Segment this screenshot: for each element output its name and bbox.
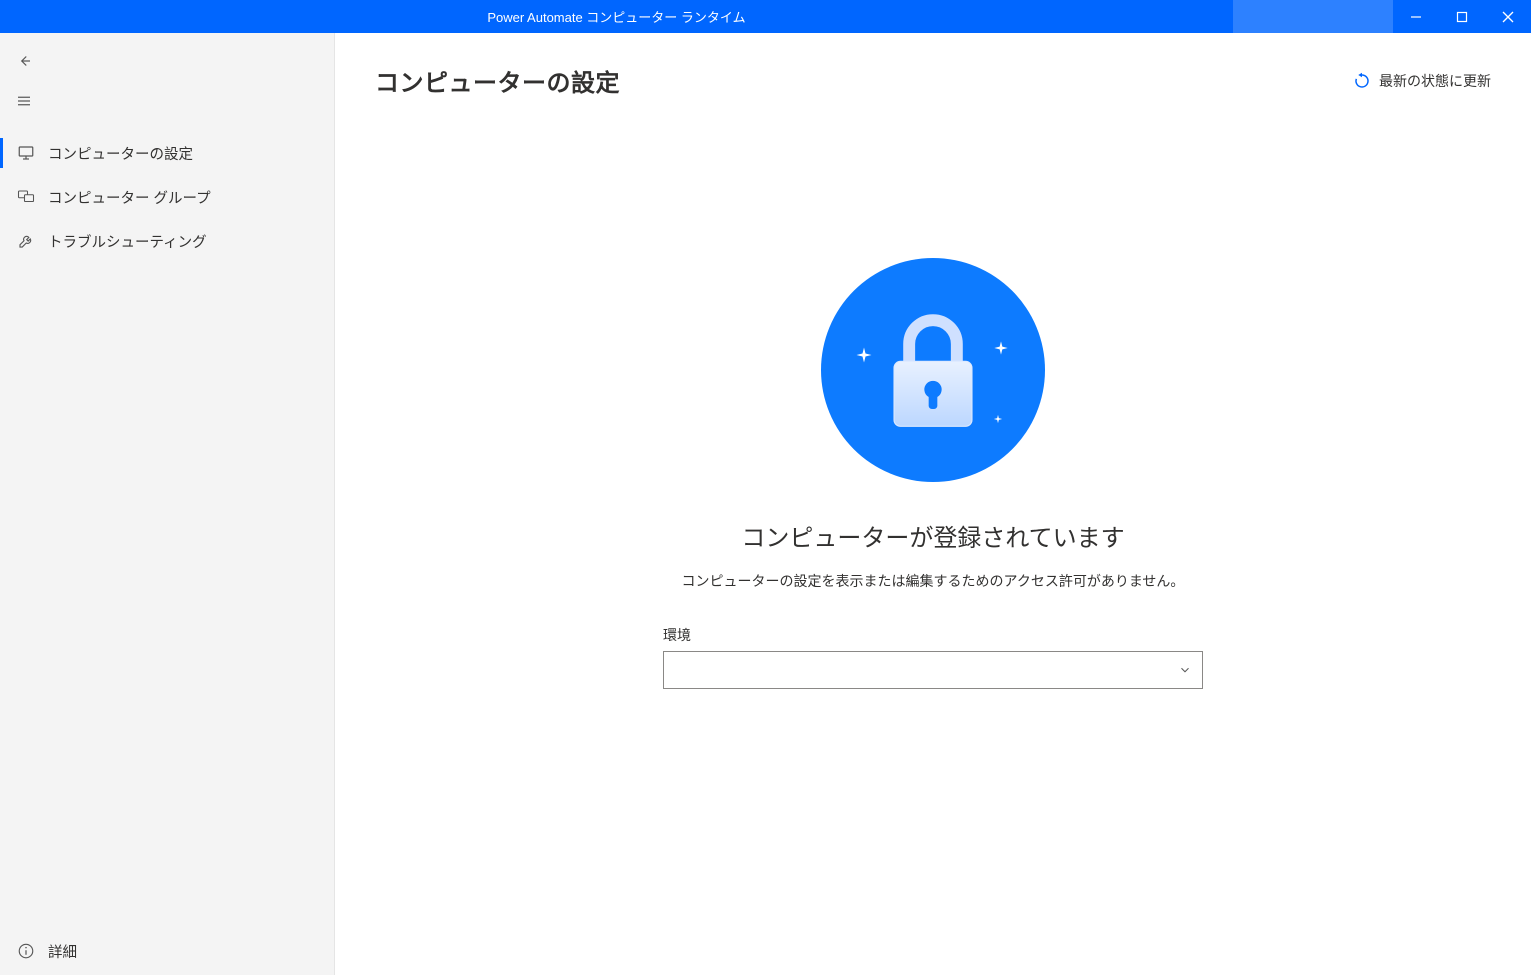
page-title: コンピューターの設定 [375, 63, 620, 98]
maximize-button[interactable] [1439, 0, 1485, 33]
window-controls [1393, 0, 1531, 33]
environment-dropdown[interactable] [663, 651, 1203, 689]
status-title: コンピューターが登録されています [741, 518, 1124, 553]
sidebar-item-computer-settings[interactable]: コンピューターの設定 [0, 131, 334, 175]
chevron-down-icon [1178, 663, 1192, 677]
sidebar-item-computer-groups[interactable]: コンピューター グループ [0, 175, 334, 219]
lock-icon [875, 305, 991, 435]
main-content: コンピューターの設定 最新の状態に更新 [335, 33, 1531, 975]
arrow-left-icon [15, 52, 33, 70]
nav-list: コンピューターの設定 コンピューター グループ トラブルシューティング [0, 131, 334, 263]
hamburger-icon [15, 92, 33, 110]
info-icon [16, 941, 36, 961]
sparkle-icon [993, 340, 1009, 356]
refresh-label: 最新の状態に更新 [1379, 71, 1491, 91]
hamburger-button[interactable] [0, 81, 48, 121]
maximize-icon [1456, 11, 1468, 23]
close-button[interactable] [1485, 0, 1531, 33]
computer-group-icon [16, 187, 36, 207]
sidebar-item-label: コンピューターの設定 [48, 143, 193, 164]
back-button[interactable] [0, 41, 48, 81]
sidebar: コンピューターの設定 コンピューター グループ トラブルシューティング 詳細 [0, 33, 335, 975]
user-account-area[interactable] [1233, 0, 1393, 33]
sidebar-item-details[interactable]: 詳細 [0, 927, 334, 975]
wrench-icon [16, 231, 36, 251]
minimize-icon [1410, 11, 1422, 23]
minimize-button[interactable] [1393, 0, 1439, 33]
environment-label: 環境 [663, 625, 1203, 645]
sidebar-item-troubleshooting[interactable]: トラブルシューティング [0, 219, 334, 263]
close-icon [1502, 11, 1514, 23]
sidebar-footer-label: 詳細 [48, 941, 77, 962]
refresh-button[interactable]: 最新の状態に更新 [1353, 71, 1491, 91]
refresh-icon [1353, 72, 1371, 90]
status-description: コンピューターの設定を表示または編集するためのアクセス許可がありません。 [682, 571, 1185, 591]
lock-illustration [821, 258, 1045, 482]
sparkle-icon [855, 346, 873, 364]
sparkle-icon [993, 414, 1003, 424]
sidebar-item-label: トラブルシューティング [48, 231, 207, 252]
titlebar: Power Automate コンピューター ランタイム [0, 0, 1531, 33]
sidebar-item-label: コンピューター グループ [48, 187, 211, 208]
window-title: Power Automate コンピューター ランタイム [0, 7, 1233, 26]
monitor-icon [16, 143, 36, 163]
